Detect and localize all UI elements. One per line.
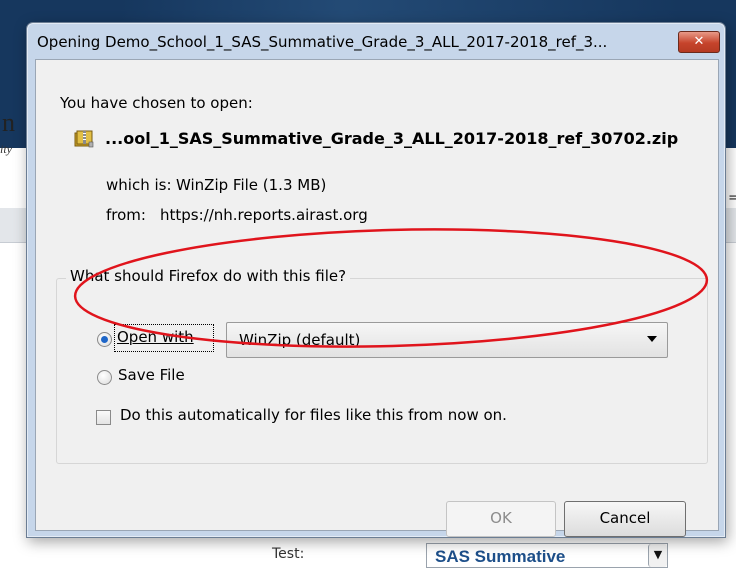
- auto-checkbox[interactable]: [96, 410, 111, 425]
- page-partial-glyph: =: [728, 190, 736, 206]
- close-button[interactable]: ✕: [678, 31, 720, 53]
- dialog-title: Opening Demo_School_1_SAS_Summative_Grad…: [37, 33, 608, 51]
- which-is-label: which is:: [106, 176, 172, 194]
- test-label: Test:: [272, 546, 305, 562]
- from-label: from:: [106, 206, 146, 224]
- source-url: https://nh.reports.airast.org: [160, 206, 368, 224]
- page-partial-subtitle: ity: [0, 142, 12, 156]
- file-name: ...ool_1_SAS_Summative_Grade_3_ALL_2017-…: [105, 129, 679, 148]
- open-with-select[interactable]: WinZip (default): [226, 322, 668, 358]
- test-select-value: SAS Summative: [435, 547, 566, 566]
- open-with-label[interactable]: Open with: [117, 328, 194, 346]
- page-partial-heading: n: [2, 108, 15, 137]
- action-group-title: What should Firefox do with this file?: [66, 267, 351, 285]
- dialog-titlebar[interactable]: Opening Demo_School_1_SAS_Summative_Grad…: [27, 23, 725, 63]
- test-select[interactable]: SAS Summative ▼: [426, 543, 668, 568]
- file-type-value: WinZip File (1.3 MB): [176, 176, 327, 194]
- test-select-arrow-icon[interactable]: ▼: [648, 544, 667, 567]
- zip-archive-icon: [74, 130, 94, 148]
- dialog-body: You have chosen to open: ...ool_1_SAS_Su…: [35, 59, 719, 537]
- open-file-dialog: Opening Demo_School_1_SAS_Summative_Grad…: [26, 22, 726, 538]
- open-with-select-value: WinZip (default): [239, 331, 361, 349]
- auto-checkbox-label[interactable]: Do this automatically for files like thi…: [120, 406, 507, 424]
- save-file-radio[interactable]: [97, 370, 112, 385]
- intro-text: You have chosen to open:: [60, 94, 253, 112]
- cancel-button[interactable]: Cancel: [564, 501, 686, 537]
- ok-button[interactable]: OK: [446, 501, 556, 537]
- chevron-down-icon: [647, 336, 657, 342]
- save-file-label[interactable]: Save File: [118, 366, 185, 384]
- open-with-radio[interactable]: [97, 332, 112, 347]
- close-icon: ✕: [693, 34, 705, 49]
